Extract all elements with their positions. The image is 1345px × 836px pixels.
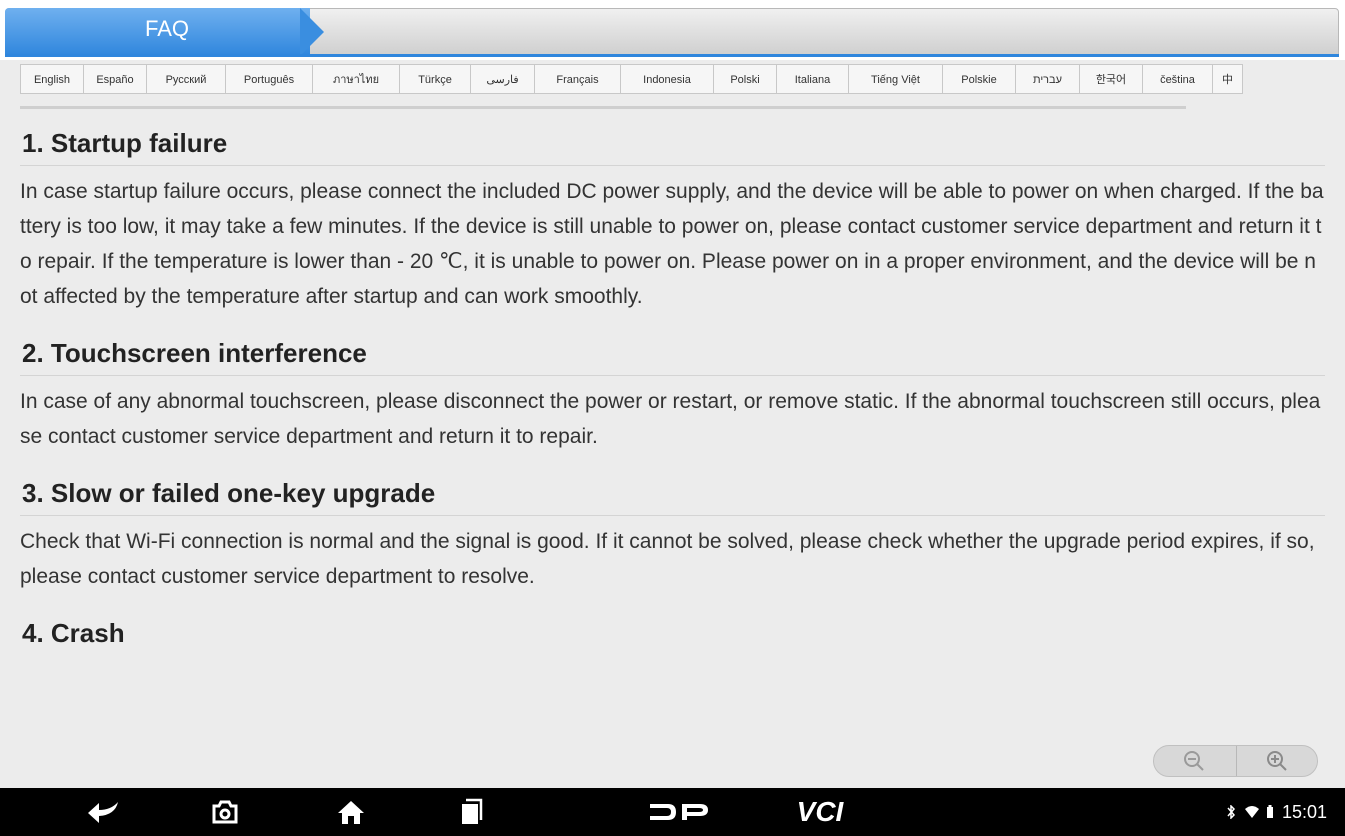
language-bar-scrollbar[interactable] (20, 106, 1186, 109)
lang-turkce[interactable]: Türkçe (400, 64, 471, 94)
zoom-out-icon (1184, 751, 1204, 771)
faq-section-body: Check that Wi-Fi connection is normal an… (20, 530, 1315, 588)
tab-faq-tip (300, 8, 324, 56)
lang-portugues[interactable]: Português (226, 64, 313, 94)
battery-icon (1266, 805, 1273, 818)
lang-korean[interactable]: 한국어 (1080, 64, 1143, 94)
back-icon (88, 802, 118, 823)
lang-polskie[interactable]: Polskie (943, 64, 1016, 94)
language-bar: English Españo Русский Português ภาษาไทย… (20, 64, 1323, 96)
dp-logo (650, 804, 708, 820)
faq-content[interactable]: 1. Startup failure In case startup failu… (20, 118, 1325, 669)
zoom-in-icon (1267, 751, 1287, 771)
lang-francais[interactable]: Français (535, 64, 621, 94)
home-icon (338, 801, 364, 824)
bluetooth-icon (1227, 805, 1235, 819)
faq-section: 4. Crash (20, 608, 1325, 655)
lang-thai[interactable]: ภาษาไทย (313, 64, 400, 94)
faq-section-title: 2. Touchscreen interference (20, 328, 1325, 376)
recent-apps-button[interactable] (446, 788, 496, 836)
lang-tieng-viet[interactable]: Tiếng Việt (849, 64, 943, 94)
lang-cestina[interactable]: čeština (1143, 64, 1213, 94)
faq-section: 3. Slow or failed one-key upgrade Check … (20, 468, 1325, 594)
faq-section-title: 1. Startup failure (20, 118, 1325, 166)
faq-section: 1. Startup failure In case startup failu… (20, 118, 1325, 314)
lang-polski[interactable]: Polski (714, 64, 777, 94)
navigation-bar: VCI 15:01 (0, 788, 1345, 836)
faq-section-title: 4. Crash (22, 618, 125, 648)
faq-section: 2. Touchscreen interference In case of a… (20, 328, 1325, 454)
lang-hebrew[interactable]: עברית (1016, 64, 1080, 94)
zoom-out-button[interactable] (1154, 746, 1234, 776)
back-button[interactable] (78, 788, 128, 836)
recent-apps-icon (462, 798, 483, 824)
camera-icon (212, 800, 238, 824)
status-time: 15:01 (1281, 801, 1327, 822)
vci-label: VCI (796, 796, 844, 827)
lang-indonesia[interactable]: Indonesia (621, 64, 714, 94)
status-area: 15:01 (1226, 788, 1327, 836)
lang-chinese[interactable]: 中 (1213, 64, 1243, 94)
tab-underline (5, 54, 1339, 57)
lang-farsi[interactable]: فارسی (471, 64, 535, 94)
faq-section-body: In case of any abnormal touchscreen, ple… (20, 390, 1321, 448)
tab-faq-label: FAQ (145, 16, 190, 41)
lang-italiana[interactable]: Italiana (777, 64, 849, 94)
home-button[interactable] (326, 788, 376, 836)
camera-button[interactable] (200, 788, 250, 836)
vci-button[interactable]: VCI (780, 788, 860, 836)
lang-espano[interactable]: Españo (84, 64, 147, 94)
lang-english[interactable]: English (20, 64, 84, 94)
zoom-control (1153, 745, 1318, 777)
lang-russian[interactable]: Русский (147, 64, 226, 94)
zoom-in-button[interactable] (1237, 746, 1317, 776)
faq-section-title: 3. Slow or failed one-key upgrade (20, 468, 1325, 516)
wifi-icon (1244, 806, 1259, 818)
faq-section-body: In case startup failure occurs, please c… (20, 180, 1324, 308)
dp-button[interactable] (640, 788, 716, 836)
